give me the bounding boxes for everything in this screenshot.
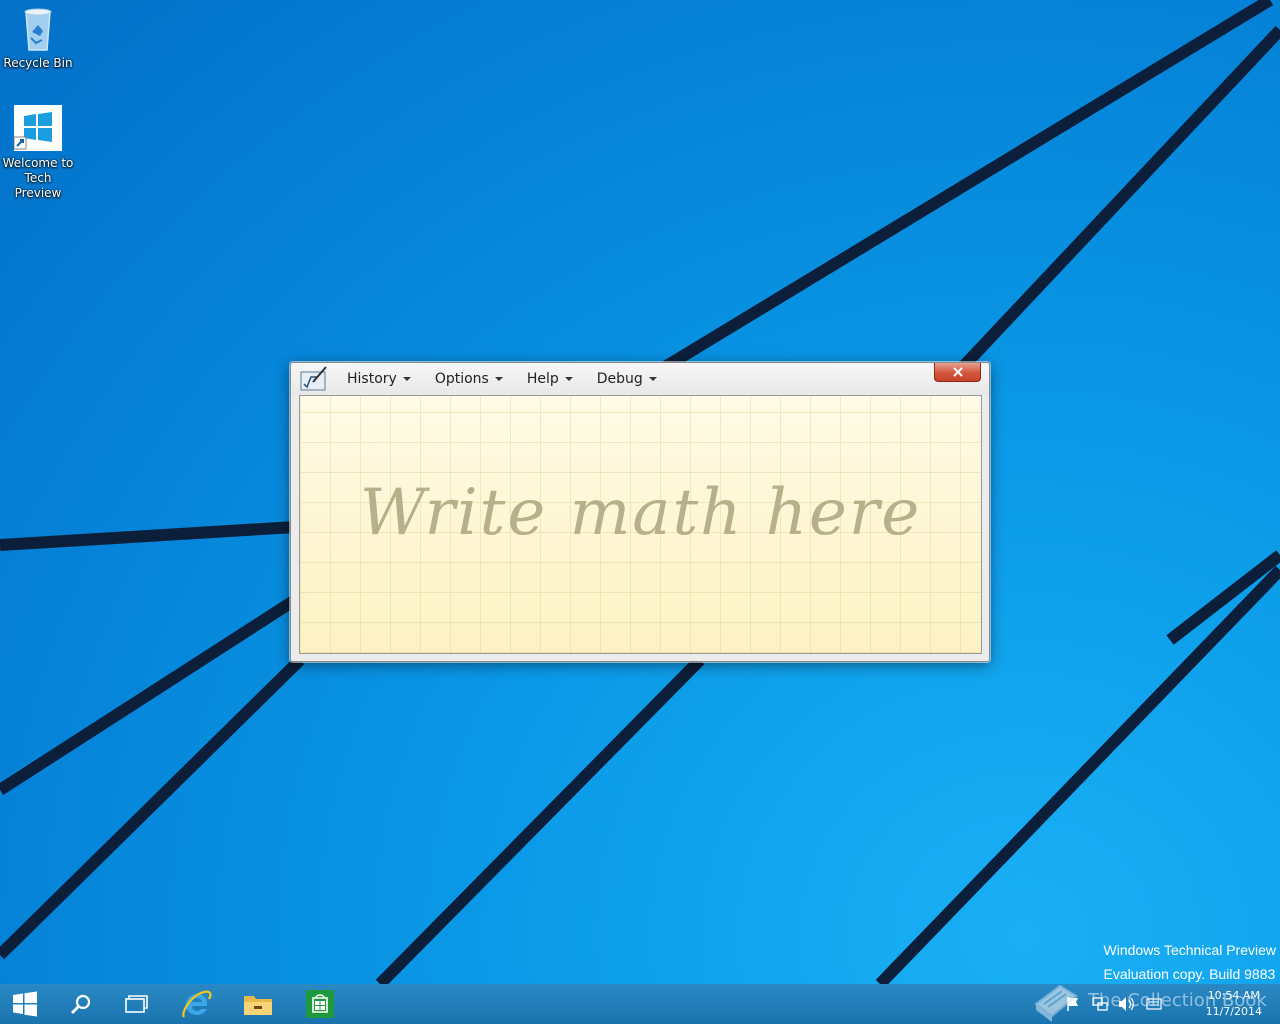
clock-time: 10:54 AM [1207,989,1260,1002]
taskbar: 10:54 AM 11/7/2014 [0,984,1280,1024]
recycle-bin-label: Recycle Bin [3,56,73,70]
task-view-button[interactable] [110,984,164,1024]
chevron-down-icon [402,377,411,381]
internet-explorer-button[interactable] [170,984,224,1024]
chevron-down-icon [564,377,573,381]
file-explorer-button[interactable] [231,984,285,1024]
store-button[interactable] [293,984,347,1024]
internet-explorer-icon [182,990,212,1018]
keyboard-icon[interactable] [1146,997,1162,1011]
close-button[interactable] [934,363,981,382]
welcome-label-line2: Tech Preview [14,171,62,200]
watermark-line2: Evaluation copy. Build 9883 [1103,966,1276,982]
clock[interactable]: 10:54 AM 11/7/2014 [1206,988,1262,1020]
menu-history-label: History [347,371,397,387]
write-math-prompt: Write math here [359,476,922,550]
task-view-icon [125,995,148,1013]
menu-options-label: Options [434,371,489,387]
windows-logo-icon [13,105,62,151]
menu-debug[interactable]: Debug [597,371,657,387]
close-icon [952,367,963,377]
action-center-flag-icon[interactable] [1065,996,1081,1012]
menu-bar: History Options Help Debug [347,363,681,395]
menu-options[interactable]: Options [435,371,503,387]
math-input-app-icon [300,366,327,391]
welcome-label-line1: Welcome to [2,156,74,170]
store-icon [306,990,334,1018]
build-watermark: Windows Technical Preview Evaluation cop… [1104,938,1276,984]
volume-icon[interactable] [1118,996,1136,1012]
welcome-tech-preview-desktop-icon[interactable]: Welcome to Tech Preview [0,104,76,201]
clock-date: 11/7/2014 [1205,1005,1262,1018]
recycle-bin-icon [24,8,52,51]
chevron-down-icon [648,377,657,381]
recycle-bin-desktop-icon[interactable]: Recycle Bin [0,4,76,71]
file-explorer-icon [244,996,272,1015]
writing-pad[interactable]: Write math here [299,395,982,654]
menu-debug-label: Debug [596,371,643,387]
start-button[interactable] [0,984,50,1024]
chevron-down-icon [494,377,503,381]
window-header: History Options Help Debug [291,363,989,395]
windows-start-icon [13,991,37,1017]
search-icon [71,994,91,1014]
menu-help-label: Help [526,371,559,387]
network-icon[interactable] [1092,996,1108,1012]
math-input-panel-window: History Options Help Debug Write math he… [290,362,990,662]
menu-history[interactable]: History [347,371,411,387]
system-tray: 10:54 AM 11/7/2014 [1040,984,1280,1024]
desktop: Recycle Bin Welcome to Tech Preview Hist… [0,0,1280,984]
watermark-line1: Windows Technical Preview [1103,942,1276,958]
menu-help[interactable]: Help [527,371,573,387]
search-button[interactable] [54,984,108,1024]
